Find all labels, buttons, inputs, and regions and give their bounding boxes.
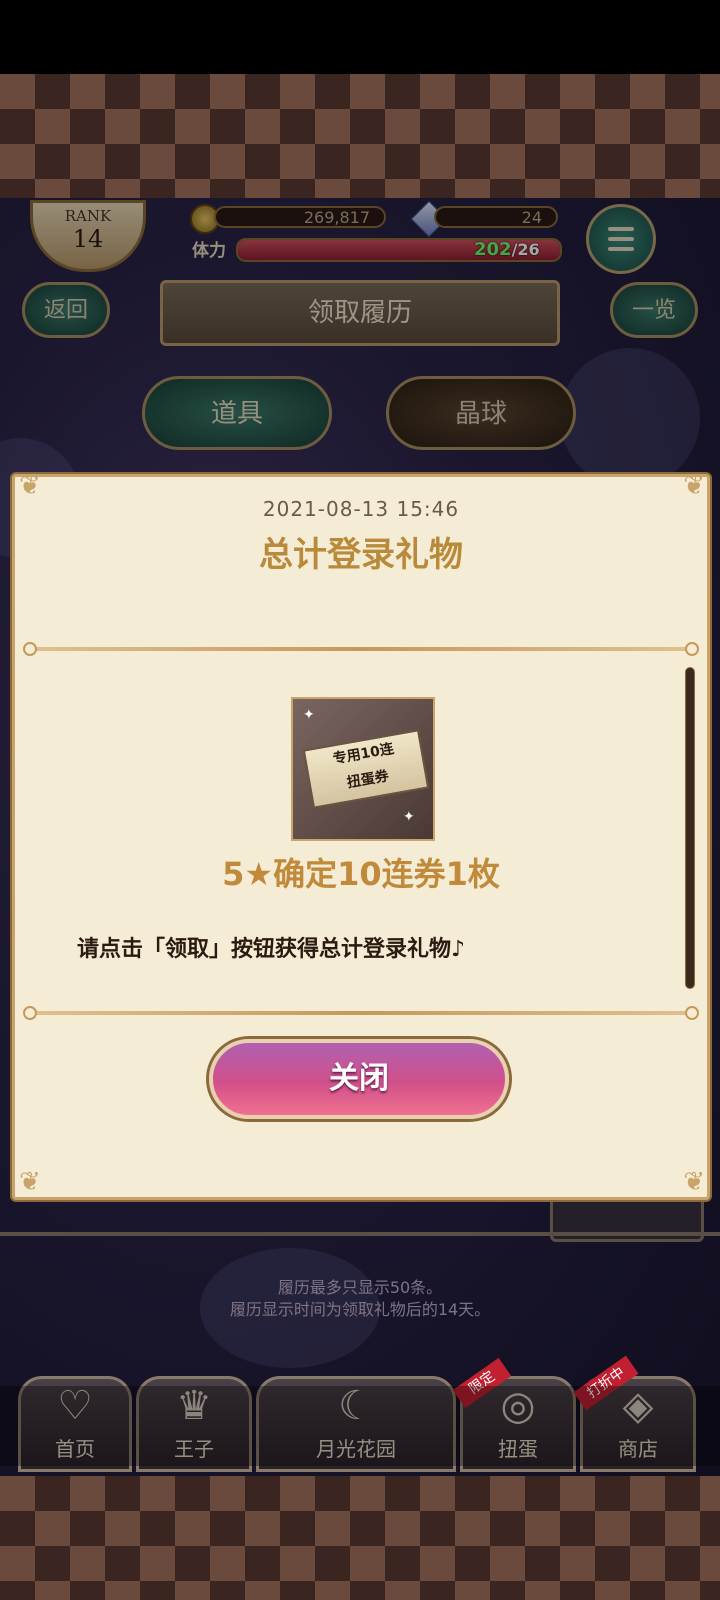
reward-dialog: ❦ ❦ ❦ ❦ 2021-08-13 15:46 总计登录礼物 ✦ ✦ 专用10… [12,471,710,1200]
crown-icon: ♛ [176,1383,212,1429]
item-name: 5★确定10连券1枚 [222,855,500,893]
divider-bottom [29,1011,693,1015]
receive-date: 2021-08-13 15:46 [262,497,460,521]
nav-label: 扭蛋 [498,1437,538,1461]
corner-ornament: ❦ [683,1167,705,1197]
bottom-nav: ♡ 首页 ♛ 王子 ☾ 月光花园 ◎ 扭蛋 限定 ◈ 商店 打折中 [0,1355,720,1476]
nav-prince[interactable]: ♛ 王子 [136,1376,252,1472]
close-button[interactable]: 关闭 [209,1039,509,1119]
nav-garden[interactable]: ☾ 月光花园 [256,1376,456,1472]
garden-icon: ☾ [338,1383,374,1429]
nav-label: 王子 [174,1437,214,1461]
sparkle-icon: ✦ [303,707,315,723]
corner-ornament: ❦ [19,1167,41,1197]
dialog-description: 请点击「领取」按钮获得总计登录礼物♪ [77,937,466,962]
heart-icon: ♡ [57,1383,93,1429]
divider-ornament [23,1006,37,1020]
top-pattern-background [0,74,720,198]
divider-ornament [685,642,699,656]
sparkle-icon: ✦ [403,809,415,825]
nav-label: 首页 [55,1437,95,1461]
scrollbar[interactable] [685,667,695,989]
dialog-title: 总计登录礼物 [259,535,463,575]
nav-label: 商店 [618,1437,658,1461]
gacha-ticket-image: 专用10连 扭蛋券 [302,729,430,809]
nav-label: 月光花园 [316,1437,396,1461]
divider-ornament [23,642,37,656]
divider-top [29,647,693,651]
divider-ornament [685,1006,699,1020]
item-image: ✦ ✦ 专用10连 扭蛋券 [291,697,435,841]
bottom-pattern-background [0,1476,720,1600]
nav-home[interactable]: ♡ 首页 [18,1376,132,1472]
